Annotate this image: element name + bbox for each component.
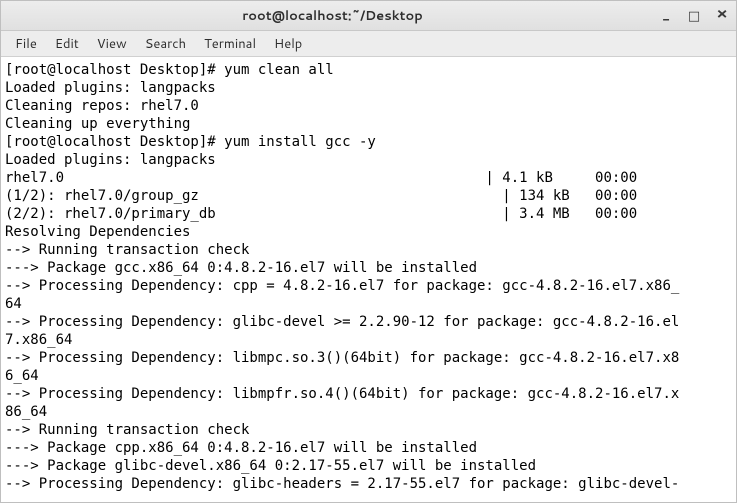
titlebar[interactable]: root@localhost:~/Desktop _ □ × <box>1 1 736 31</box>
menu-file[interactable]: File <box>7 33 45 55</box>
menu-search[interactable]: Search <box>137 33 194 55</box>
window-title: root@localhost:~/Desktop <box>7 7 658 25</box>
menu-edit[interactable]: Edit <box>47 33 87 55</box>
menu-view[interactable]: View <box>89 33 135 55</box>
menubar: File Edit View Search Terminal Help <box>1 31 736 57</box>
minimize-button[interactable]: _ <box>658 7 674 25</box>
menu-help[interactable]: Help <box>266 33 310 55</box>
window-buttons: _ □ × <box>658 7 730 25</box>
terminal-window: root@localhost:~/Desktop _ □ × File Edit… <box>0 0 737 503</box>
menu-terminal[interactable]: Terminal <box>196 33 264 55</box>
terminal-output[interactable]: [root@localhost Desktop]# yum clean all … <box>1 57 736 502</box>
maximize-button[interactable]: □ <box>686 7 702 25</box>
close-button[interactable]: × <box>714 7 730 25</box>
